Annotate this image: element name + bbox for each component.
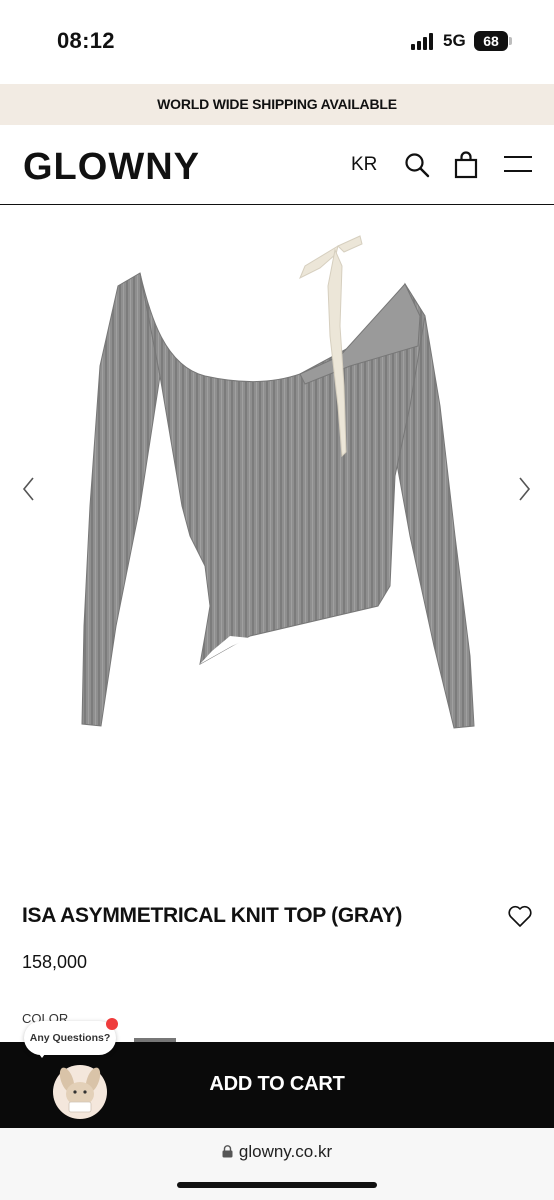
bag-icon[interactable] (452, 151, 480, 179)
chat-notification-dot (106, 1018, 118, 1030)
signal-icon (411, 33, 437, 50)
browser-bar: glowny.co.kr (0, 1128, 554, 1200)
shipping-banner[interactable]: WORLD WIDE SHIPPING AVAILABLE (0, 84, 554, 125)
lock-icon (222, 1145, 233, 1158)
language-selector[interactable]: KR (351, 154, 377, 176)
network-label: 5G (443, 31, 466, 50)
battery-tip (509, 37, 512, 45)
product-price: 158,000 (22, 952, 88, 972)
logo[interactable]: GLOWNY (23, 146, 200, 189)
next-arrow-icon[interactable] (515, 474, 535, 504)
prev-arrow-icon[interactable] (18, 474, 38, 504)
menu-icon[interactable] (503, 151, 533, 179)
status-time: 08:12 (57, 28, 115, 53)
product-title: ISA ASYMMETRICAL KNIT TOP (GRAY) (22, 904, 403, 927)
bunny-mascot-icon[interactable] (44, 1058, 116, 1120)
product-gallery[interactable] (0, 206, 554, 856)
status-bar: 08:12 5G 68 (0, 0, 554, 84)
heart-icon[interactable] (507, 904, 533, 928)
site-header: GLOWNY KR (0, 125, 554, 205)
url-text: glowny.co.kr (238, 1142, 333, 1161)
battery-icon: 68 (474, 31, 508, 51)
product-photo (81, 235, 475, 729)
address-bar[interactable]: glowny.co.kr (0, 1142, 554, 1162)
search-icon[interactable] (403, 151, 431, 179)
home-indicator[interactable] (177, 1182, 377, 1188)
chat-bubble-tail (36, 1050, 48, 1058)
